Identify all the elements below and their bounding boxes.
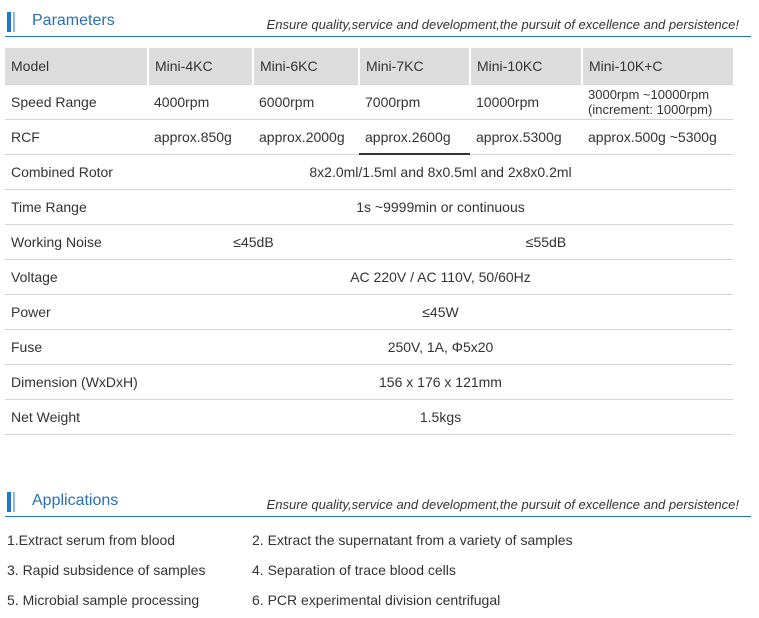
list-row: 1.Extract serum from blood 2. Extract th… — [7, 528, 747, 558]
parameters-slogan: Ensure quality,service and development,t… — [266, 17, 739, 32]
rcf-value-6kc: approx.2000g — [253, 119, 359, 155]
noise-value-b: ≤55dB — [359, 224, 733, 260]
table-row-rcf: RCF approx.850g approx.2000g approx.2600… — [5, 119, 733, 155]
list-item: 3. Rapid subsidence of samples — [7, 562, 206, 578]
row-label-noise: Working Noise — [5, 224, 148, 260]
speed-value-10kc: 10000rpm — [470, 84, 582, 120]
list-item: 4. Separation of trace blood cells — [252, 562, 456, 578]
header-cell-mini-10kc: Mini-10KC — [470, 48, 583, 85]
speed-value-10k-c-line1: 3000rpm ~10000rpm — [588, 86, 710, 102]
rcf-value-10k-c: approx.500g ~5300g — [582, 119, 733, 155]
row-label-time: Time Range — [5, 189, 148, 225]
rcf-value-10kc: approx.5300g — [470, 119, 582, 155]
row-label-voltage: Voltage — [5, 259, 148, 295]
list-row: 5. Microbial sample processing 6. PCR ex… — [7, 588, 747, 618]
header-cell-mini-7kc: Mini-7KC — [359, 48, 471, 85]
header-cell-model: Model — [5, 48, 149, 85]
speed-value-6kc: 6000rpm — [253, 84, 359, 120]
table-row-power: Power ≤45W — [5, 294, 733, 330]
speed-value-10k-c-line2: (increment: 1000rpm) — [588, 101, 713, 117]
header-accent-bar — [7, 12, 11, 32]
header-cell-mini-10k-c: Mini-10K+C — [582, 48, 733, 85]
list-item: 6. PCR experimental division centrifugal — [252, 592, 501, 608]
cell-underline — [359, 152, 470, 155]
speed-value-7kc: 7000rpm — [359, 84, 470, 120]
row-label-speed: Speed Range — [5, 84, 148, 120]
table-row-rotor: Combined Rotor 8x2.0ml/1.5ml and 8x0.5ml… — [5, 154, 733, 190]
header-cell-mini-6kc: Mini-6KC — [253, 48, 360, 85]
row-label-weight: Net Weight — [5, 399, 148, 435]
list-item: 2. Extract the supernatant from a variet… — [252, 532, 573, 548]
applications-slogan: Ensure quality,service and development,t… — [266, 497, 739, 512]
power-value: ≤45W — [148, 294, 733, 330]
row-label-rotor: Combined Rotor — [5, 154, 148, 190]
rcf-value-7kc-text: approx.2600g — [365, 128, 451, 145]
row-label-power: Power — [5, 294, 148, 330]
table-row-weight: Net Weight 1.5kgs — [5, 399, 733, 435]
table-row-voltage: Voltage AC 220V / AC 110V, 50/60Hz — [5, 259, 733, 295]
table-header-row: Model Mini-4KC Mini-6KC Mini-7KC Mini-10… — [5, 48, 733, 85]
speed-value-10k-c: 3000rpm ~10000rpm (increment: 1000rpm) — [582, 84, 733, 120]
table-row-speed: Speed Range 4000rpm 6000rpm 7000rpm 1000… — [5, 84, 733, 120]
rotor-value: 8x2.0ml/1.5ml and 8x0.5ml and 2x8x0.2ml — [148, 154, 733, 190]
parameters-header: Parameters Ensure quality,service and de… — [5, 8, 751, 37]
row-label-dimension: Dimension (WxDxH) — [5, 364, 148, 400]
speed-value-4kc: 4000rpm — [148, 84, 253, 120]
parameters-title: Parameters — [32, 12, 115, 29]
header-cell-mini-4kc: Mini-4KC — [148, 48, 254, 85]
header-accent-bar-light — [13, 492, 15, 512]
time-value: 1s ~9999min or continuous — [148, 189, 733, 225]
noise-value-a: ≤45dB — [148, 224, 359, 260]
table-row-dimension: Dimension (WxDxH) 156 x 176 x 121mm — [5, 364, 733, 400]
table-row-noise: Working Noise ≤45dB ≤55dB — [5, 224, 733, 260]
applications-header: Applications Ensure quality,service and … — [5, 488, 751, 517]
row-label-fuse: Fuse — [5, 329, 148, 365]
header-accent-bar — [7, 492, 11, 512]
list-item: 1.Extract serum from blood — [7, 532, 176, 548]
row-label-rcf: RCF — [5, 119, 148, 155]
rcf-value-4kc: approx.850g — [148, 119, 253, 155]
rcf-value-7kc: approx.2600g — [359, 119, 470, 155]
parameters-table: Model Mini-4KC Mini-6KC Mini-7KC Mini-10… — [5, 48, 733, 435]
weight-value: 1.5kgs — [148, 399, 733, 435]
table-row-fuse: Fuse 250V, 1A, Φ5x20 — [5, 329, 733, 365]
header-accent-bar-light — [13, 12, 15, 32]
voltage-value: AC 220V / AC 110V, 50/60Hz — [148, 259, 733, 295]
list-item: 5. Microbial sample processing — [7, 592, 200, 608]
fuse-value: 250V, 1A, Φ5x20 — [148, 329, 733, 365]
dimension-value: 156 x 176 x 121mm — [148, 364, 733, 400]
applications-title: Applications — [32, 492, 119, 509]
table-row-time: Time Range 1s ~9999min or continuous — [5, 189, 733, 225]
applications-list: 1.Extract serum from blood 2. Extract th… — [7, 528, 747, 618]
list-row: 3. Rapid subsidence of samples 4. Separa… — [7, 558, 747, 588]
